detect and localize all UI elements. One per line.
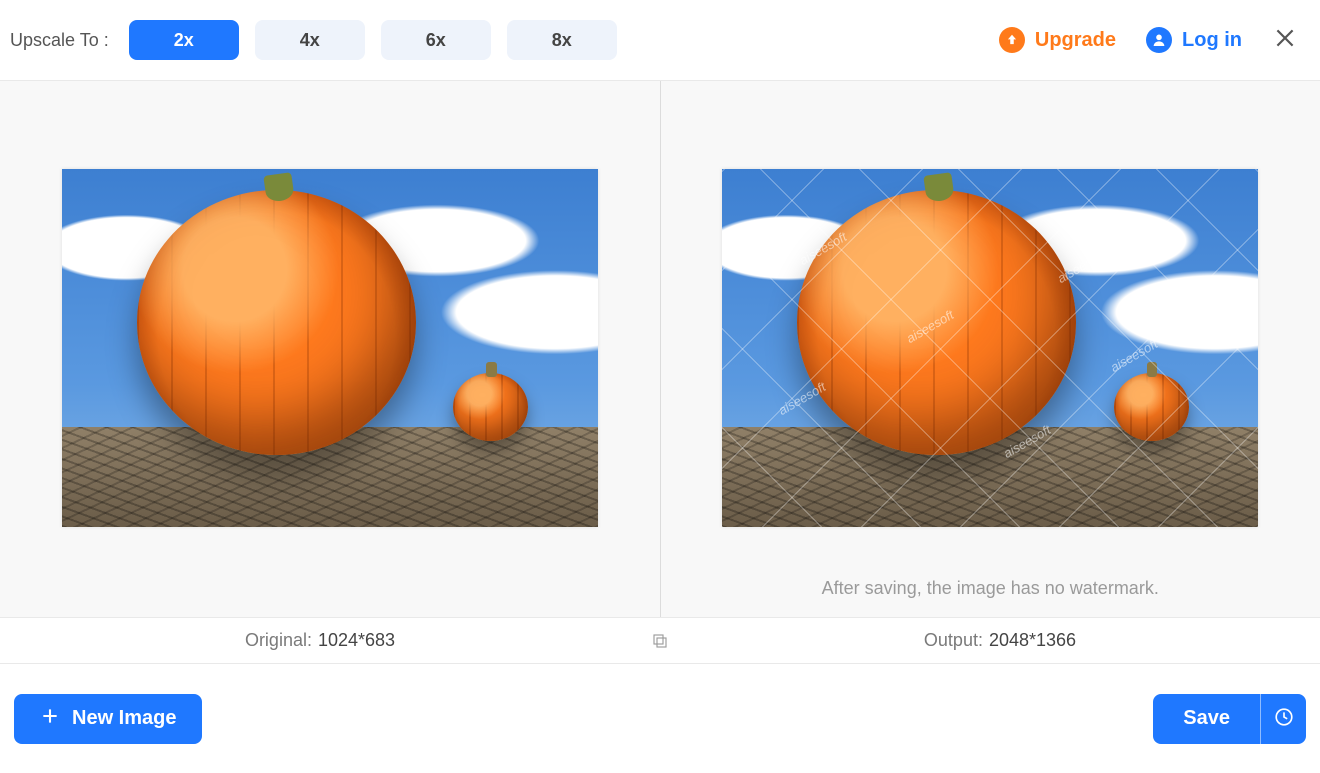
upgrade-label: Upgrade <box>1035 29 1116 52</box>
plus-icon <box>40 706 60 732</box>
footer-bar: New Image Save <box>0 664 1320 773</box>
save-history-button[interactable] <box>1260 694 1306 744</box>
new-image-button[interactable]: New Image <box>14 694 202 744</box>
original-dim-value: 1024*683 <box>318 630 395 651</box>
scale-button-group: 2x 4x 6x 8x <box>129 20 617 60</box>
dimension-bar: Original: 1024*683 Output: 2048*1366 <box>0 618 1320 664</box>
user-avatar-icon <box>1146 27 1172 53</box>
new-image-label: New Image <box>72 707 176 730</box>
original-image <box>62 169 598 527</box>
output-image: aiseesoft aiseesoft aiseesoft aiseesoft … <box>722 169 1258 527</box>
compare-mode-icon[interactable] <box>640 618 680 663</box>
upgrade-arrow-icon <box>999 27 1025 53</box>
original-dimensions: Original: 1024*683 <box>0 618 640 663</box>
close-icon[interactable] <box>1272 25 1298 56</box>
output-dimensions: Output: 2048*1366 <box>680 618 1320 663</box>
original-pane <box>0 81 661 617</box>
save-button-group: Save <box>1153 694 1306 744</box>
upgrade-button[interactable]: Upgrade <box>999 27 1116 53</box>
original-dim-label: Original: <box>245 630 312 651</box>
login-button[interactable]: Log in <box>1146 27 1242 53</box>
scale-6x-button[interactable]: 6x <box>381 20 491 60</box>
output-pane: aiseesoft aiseesoft aiseesoft aiseesoft … <box>661 81 1320 617</box>
history-clock-icon <box>1273 706 1295 731</box>
output-dim-label: Output: <box>924 630 983 651</box>
scale-8x-button[interactable]: 8x <box>507 20 617 60</box>
upscale-to-label: Upscale To : <box>10 30 109 51</box>
watermark-note: After saving, the image has no watermark… <box>822 578 1159 599</box>
comparison-area: aiseesoft aiseesoft aiseesoft aiseesoft … <box>0 80 1320 618</box>
save-button[interactable]: Save <box>1153 694 1260 744</box>
scale-2x-button[interactable]: 2x <box>129 20 239 60</box>
output-dim-value: 2048*1366 <box>989 630 1076 651</box>
header-bar: Upscale To : 2x 4x 6x 8x Upgrade Log in <box>0 0 1320 80</box>
login-label: Log in <box>1182 29 1242 52</box>
scale-4x-button[interactable]: 4x <box>255 20 365 60</box>
